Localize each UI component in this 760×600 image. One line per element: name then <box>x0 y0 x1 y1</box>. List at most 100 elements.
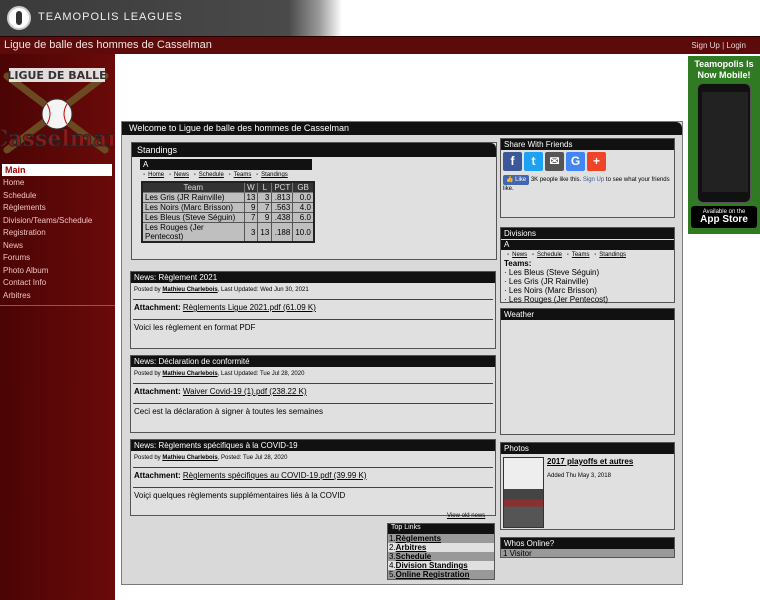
col-team: Team <box>141 181 245 193</box>
google-icon[interactable]: G <box>566 152 585 171</box>
top-link-division-standings[interactable]: Division Standings <box>396 561 468 570</box>
album-title-link[interactable]: 2017 playoffs et autres <box>547 457 633 466</box>
news-author[interactable]: Mathieu Charlebois <box>162 455 217 461</box>
teamopolis-logo-icon[interactable] <box>7 6 31 30</box>
attachment-link[interactable]: Règlements Ligue 2021.pdf (61.09 K) <box>183 303 316 312</box>
facebook-icon[interactable]: f <box>503 152 522 171</box>
share-panel: Share With Friends f t ✉ G + 👍 Like 3K peopl… <box>500 138 675 218</box>
gb: 0.0 <box>292 192 315 203</box>
top-link-reglements[interactable]: Règlements <box>396 534 441 543</box>
attachment-label: Attachment: <box>134 471 181 480</box>
top-links-title: Top Links <box>388 524 494 534</box>
team-link[interactable]: Les Noirs (Marc Brisson) <box>509 286 597 295</box>
news-attachment: Attachment: Règlements spécifiques au CO… <box>131 468 495 483</box>
list-item[interactable]: · Les Rouges (Jer Pentecost) <box>504 295 671 304</box>
divisions-division: A <box>501 240 674 250</box>
news-author[interactable]: Mathieu Charlebois <box>162 371 217 377</box>
news-title: News: Règlement 2021 <box>131 272 495 283</box>
table-row: Les Rouges (Jer Pentecost) 3 13 .188 10.… <box>141 222 315 243</box>
news-meta: Posted by Mathieu Charlebois, Posted: Tu… <box>131 451 495 461</box>
col-pct: PCT <box>271 181 294 193</box>
news-item: News: Déclaration de conformité Posted b… <box>130 355 496 433</box>
twitter-icon[interactable]: t <box>524 152 543 171</box>
signup-link[interactable]: Sign Up <box>691 41 719 50</box>
top-link-item[interactable]: 2.Arbitres <box>388 543 494 552</box>
menu-heading: Main <box>2 164 112 176</box>
view-old-news-link[interactable]: View old news <box>447 513 485 519</box>
sidebar-item-registration[interactable]: Registration <box>0 226 115 239</box>
standings-link-news[interactable]: News <box>174 172 189 178</box>
sidebar-item-contact-info[interactable]: Contact Info <box>0 276 115 289</box>
list-item[interactable]: · Les Bleus (Steve Séguin) <box>504 268 671 277</box>
sidebar-item-forums[interactable]: Forums <box>0 251 115 264</box>
losses: 3 <box>257 192 273 203</box>
sidebar-menu: Main Home Schedule Règlements Division/T… <box>0 164 115 306</box>
news-title: News: Déclaration de conformité <box>131 356 495 367</box>
list-item[interactable]: · Les Gris (JR Rainville) <box>504 277 671 286</box>
team-link[interactable]: Les Gris (JR Rainville) <box>509 277 589 286</box>
news-author[interactable]: Mathieu Charlebois <box>162 287 217 293</box>
news-date: , Posted: Tue Jul 28, 2020 <box>217 455 288 461</box>
teams-label: Teams: <box>504 259 532 268</box>
list-item[interactable]: · Les Noirs (Marc Brisson) <box>504 286 671 295</box>
sidebar-item-reglements[interactable]: Règlements <box>0 201 115 214</box>
top-link-item[interactable]: 3.Schedule <box>388 552 494 561</box>
team-name[interactable]: Les Rouges (Jer Pentecost) <box>141 222 245 243</box>
phone-screen <box>702 92 748 192</box>
top-link-online-registration[interactable]: Online Registration <box>396 570 470 579</box>
top-link-item[interactable]: 1.Règlements <box>388 534 494 543</box>
sidebar-item-division-teams-schedule[interactable]: Division/Teams/Schedule <box>0 214 115 227</box>
facebook-like-button[interactable]: 👍 Like <box>503 175 530 185</box>
league-logo[interactable]: LIGUE DE BALLE Casselman <box>0 66 124 156</box>
news-attachment: Attachment: Règlements Ligue 2021.pdf (6… <box>131 300 495 315</box>
like-signup-link[interactable]: Sign Up <box>583 177 604 183</box>
more-share-icon[interactable]: + <box>587 152 606 171</box>
app-store-badge[interactable]: Available on the App Store <box>691 206 757 228</box>
news-item: News: Règlements spécifiques à la COVID-… <box>130 439 496 516</box>
top-header: Teamopolis Leagues <box>0 0 760 36</box>
pct: .438 <box>271 212 294 223</box>
standings-link-home[interactable]: Home <box>148 172 164 178</box>
table-row: Les Noirs (Marc Brisson) 9 7 .563 4.0 <box>141 202 315 213</box>
losses: 9 <box>257 212 273 223</box>
division-link-standings[interactable]: Standings <box>599 252 626 258</box>
standings-link-schedule[interactable]: Schedule <box>199 172 224 178</box>
top-link-item[interactable]: 5.Online Registration <box>388 570 494 579</box>
posted-by-label: Posted by <box>134 371 161 377</box>
team-name[interactable]: Les Bleus (Steve Séguin) <box>141 212 245 223</box>
news-body: Ceci est la déclaration à signer à toute… <box>134 407 323 416</box>
team-name[interactable]: Les Noirs (Marc Brisson) <box>141 202 245 213</box>
sidebar-item-schedule[interactable]: Schedule <box>0 189 115 202</box>
top-link-schedule[interactable]: Schedule <box>396 552 432 561</box>
attachment-link[interactable]: Règlements spécifiques au COVID-19.pdf (… <box>183 471 367 480</box>
divisions-title: Divisions <box>501 228 674 239</box>
sidebar-item-arbitres[interactable]: Arbitres <box>0 289 115 302</box>
team-name[interactable]: Les Gris (JR Rainville) <box>141 192 245 203</box>
pct: .813 <box>271 192 294 203</box>
brand-text: Teamopolis Leagues <box>38 11 183 23</box>
team-link[interactable]: Les Rouges (Jer Pentecost) <box>509 295 608 304</box>
sidebar-item-home[interactable]: Home <box>0 176 115 189</box>
top-link-item[interactable]: 4.Division Standings <box>388 561 494 570</box>
col-gb: GB <box>292 181 315 193</box>
login-link[interactable]: Login <box>726 41 746 50</box>
logo-text-top: LIGUE DE BALLE <box>7 69 106 82</box>
standings-link-standings[interactable]: Standings <box>261 172 288 178</box>
album-thumbnail[interactable] <box>503 457 544 528</box>
top-link-arbitres[interactable]: Arbitres <box>396 543 427 552</box>
share-title: Share With Friends <box>501 139 674 150</box>
sidebar-item-news[interactable]: News <box>0 239 115 252</box>
email-icon[interactable]: ✉ <box>545 152 564 171</box>
division-link-schedule[interactable]: Schedule <box>537 252 562 258</box>
wins: 7 <box>243 212 259 223</box>
standings-link-teams[interactable]: Teams <box>234 172 252 178</box>
division-link-teams[interactable]: Teams <box>572 252 590 258</box>
standings-sublinks: ▪ Home ▪ News ▪ Schedule ▪ Teams ▪ Standings <box>143 172 288 178</box>
mobile-app-ad[interactable]: Teamopolis Is Now Mobile! Available on t… <box>688 56 760 234</box>
sidebar-item-photo-album[interactable]: Photo Album <box>0 264 115 277</box>
photos-panel: Photos 2017 playoffs et autres Added Thu… <box>500 442 675 530</box>
team-link[interactable]: Les Bleus (Steve Séguin) <box>509 268 599 277</box>
attachment-link[interactable]: Waiver Covid-19 (1).pdf (238.22 K) <box>183 387 307 396</box>
division-link-news[interactable]: News <box>512 252 527 258</box>
standings-table: Team W L PCT GB Les Gris (JR Rainville) … <box>141 181 315 243</box>
